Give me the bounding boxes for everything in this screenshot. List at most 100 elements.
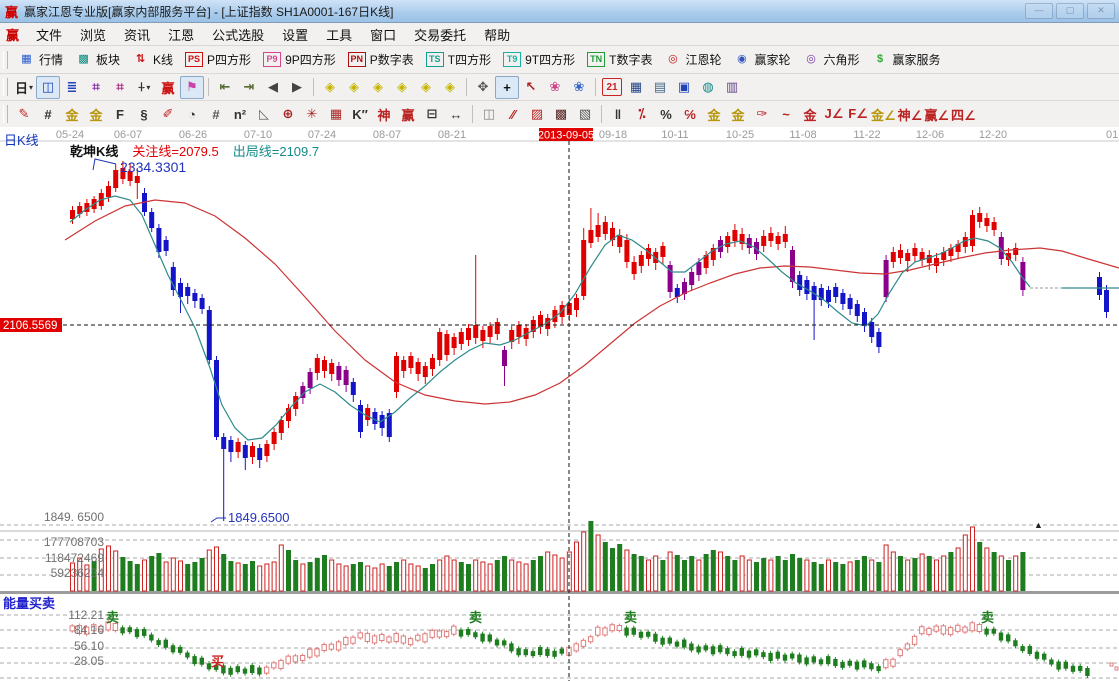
candle-body bbox=[761, 236, 766, 246]
indicator-candle bbox=[387, 637, 391, 642]
indicator-scale-label: 112.21 bbox=[68, 608, 104, 622]
volume-bar bbox=[891, 552, 895, 591]
indicator-candle bbox=[488, 635, 492, 642]
candle-body bbox=[372, 412, 377, 424]
indicator-candle bbox=[538, 647, 542, 655]
candle-body bbox=[848, 298, 853, 309]
indicator-candle bbox=[977, 625, 981, 632]
volume-bar bbox=[575, 542, 579, 591]
indicator-candle bbox=[920, 627, 924, 634]
candle-body bbox=[826, 290, 831, 302]
volume-bar bbox=[409, 564, 413, 591]
volume-bar bbox=[337, 564, 341, 591]
indicator-candle bbox=[804, 657, 808, 664]
indicator-candle bbox=[1028, 646, 1032, 654]
panel-label-daily-kline: 日K线 bbox=[4, 130, 39, 149]
volume-bar bbox=[243, 564, 248, 591]
volume-bar bbox=[423, 568, 428, 591]
indicator-candle bbox=[704, 645, 708, 650]
volume-bar bbox=[366, 566, 370, 591]
candle-body bbox=[358, 405, 363, 432]
volume-bar bbox=[322, 555, 327, 591]
volume-bar bbox=[250, 561, 255, 591]
volume-bar bbox=[279, 545, 283, 591]
indicator-candle bbox=[1042, 654, 1046, 660]
indicator-candle bbox=[927, 628, 931, 634]
volume-bar bbox=[185, 564, 190, 591]
indicator-candle bbox=[279, 661, 283, 669]
volume-bar bbox=[971, 527, 975, 591]
volume-bar bbox=[942, 556, 946, 591]
indicator-candle bbox=[502, 640, 506, 645]
volume-bar bbox=[265, 564, 269, 591]
volume-bar bbox=[948, 552, 953, 591]
chart-background bbox=[0, 127, 1119, 681]
indicator-scale-label: 84.16 bbox=[74, 623, 104, 637]
candle-body bbox=[1104, 290, 1109, 312]
indicator-candle bbox=[819, 659, 823, 664]
candle-body bbox=[898, 250, 903, 258]
indicator-candle bbox=[624, 628, 628, 636]
volume-bar bbox=[293, 560, 298, 591]
volume-bar bbox=[416, 566, 420, 591]
indicator-candle bbox=[365, 633, 369, 641]
indicator-candle bbox=[840, 662, 844, 668]
volume-bar bbox=[682, 560, 687, 591]
volume-bar bbox=[221, 554, 226, 591]
date-label: 12-06 bbox=[916, 129, 944, 141]
volume-bar bbox=[812, 562, 817, 591]
volume-bar bbox=[128, 561, 133, 591]
candle-body bbox=[344, 370, 349, 385]
indicator-candle bbox=[783, 655, 787, 661]
indicator-candle bbox=[696, 646, 700, 652]
indicator-candle bbox=[185, 653, 189, 658]
candle-body bbox=[488, 326, 493, 337]
volume-bar bbox=[488, 564, 492, 591]
volume-bar bbox=[560, 558, 564, 591]
indicator-candle bbox=[768, 653, 772, 661]
indicator-candle bbox=[351, 637, 355, 643]
volume-scale-label: 118472469 bbox=[45, 551, 105, 565]
volume-bar bbox=[632, 554, 637, 591]
candle-body bbox=[581, 240, 586, 296]
indicator-candle bbox=[833, 659, 837, 666]
indicator-candle bbox=[300, 656, 304, 661]
volume-bar bbox=[1014, 556, 1018, 591]
volume-bar bbox=[819, 564, 824, 591]
candle-body bbox=[430, 358, 435, 369]
indicator-candle bbox=[524, 649, 528, 655]
candle-body bbox=[516, 325, 521, 337]
candle-body bbox=[185, 287, 190, 296]
indicator-edge-mark bbox=[1115, 667, 1118, 670]
candle-body bbox=[200, 298, 205, 309]
indicator-candle bbox=[603, 628, 607, 635]
indicator-candle bbox=[437, 631, 441, 637]
candle-body bbox=[934, 258, 939, 266]
volume-bar bbox=[308, 562, 313, 591]
volume-bar bbox=[510, 560, 514, 591]
candle-body bbox=[329, 363, 334, 374]
signal-label: 买 bbox=[211, 654, 224, 669]
date-label: 11-22 bbox=[853, 129, 880, 141]
application-window: 赢 赢家江恩专业版[赢家内部服务平台] - [上证指数 SH1A0001-167… bbox=[0, 0, 1119, 681]
candle-body bbox=[171, 267, 176, 290]
indicator-candle bbox=[322, 645, 326, 651]
date-label: 10-11 bbox=[661, 129, 688, 141]
volume-bar bbox=[935, 560, 939, 591]
candle-body bbox=[502, 350, 507, 366]
indicator-candle bbox=[272, 663, 276, 668]
volume-bar bbox=[740, 556, 744, 591]
candle-body bbox=[135, 176, 140, 183]
candle-body bbox=[725, 236, 730, 247]
date-label: 06-26 bbox=[179, 129, 207, 141]
chart-canvas[interactable]: 05-2406-0706-2607-1007-2408-0708-212013-… bbox=[0, 0, 1119, 681]
volume-bar bbox=[228, 561, 233, 591]
scroll-indicator-arrow: ▲ bbox=[1034, 520, 1043, 530]
volume-bar bbox=[114, 551, 118, 591]
candle-body bbox=[308, 372, 313, 388]
candle-body bbox=[732, 230, 737, 241]
indicator-candle bbox=[480, 634, 484, 642]
volume-scale-label: 59236234 bbox=[51, 566, 105, 580]
indicator-candle bbox=[358, 633, 362, 638]
indicator-candle bbox=[963, 627, 967, 632]
